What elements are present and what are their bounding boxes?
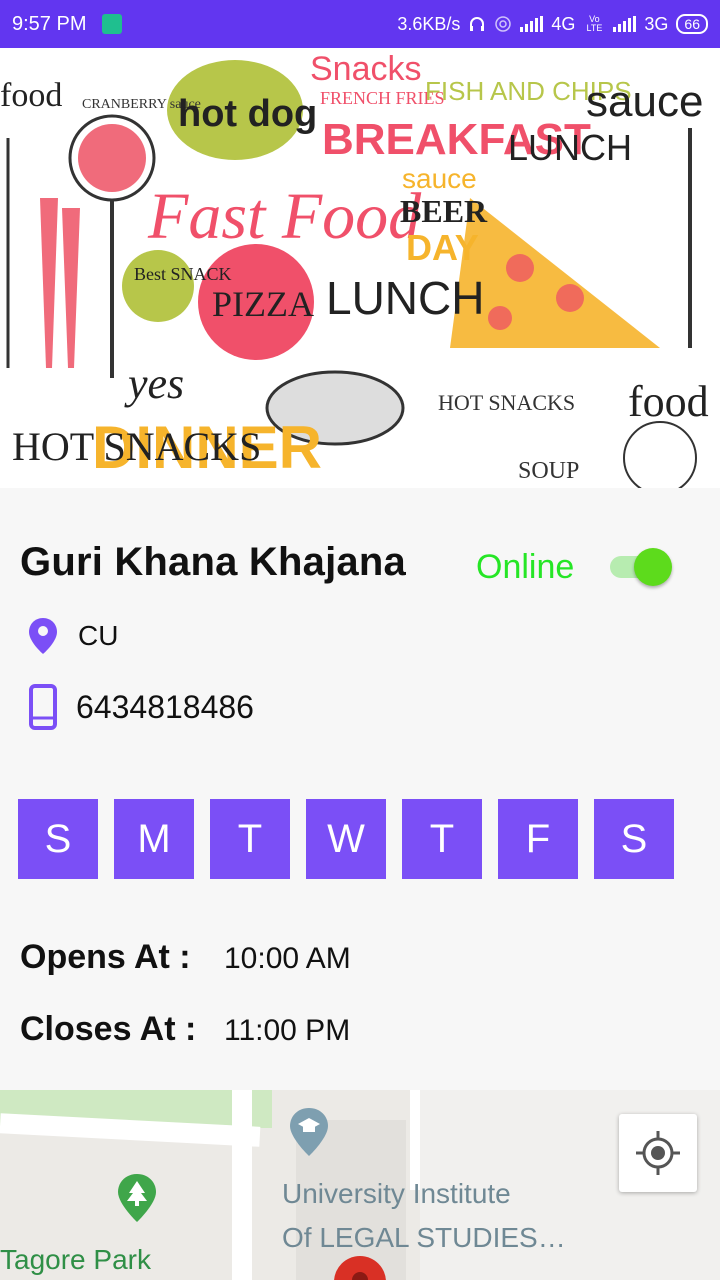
phone-text: 6434818486 (76, 688, 254, 725)
map-label-uils-line2: Of LEGAL STUDIES… (282, 1222, 566, 1253)
network-2: 3G (644, 13, 669, 34)
banner-word: food (0, 77, 62, 114)
day-sunday[interactable]: S (18, 799, 98, 879)
day-saturday[interactable]: S (594, 799, 674, 879)
banner-word: LUNCH (326, 272, 484, 324)
banner-word: food (628, 377, 709, 426)
network-1: 4G (551, 13, 576, 34)
days-selector: S M T W T F S (18, 799, 674, 879)
day-friday[interactable]: F (498, 799, 578, 879)
net-speed: 3.6KB/s (397, 13, 461, 34)
opens-label: Opens At : (20, 938, 191, 976)
restaurant-name: Guri Khana Khajana (20, 540, 406, 584)
hotspot-icon (495, 16, 512, 32)
map-view[interactable]: University Institute Of LEGAL STUDIES… T… (0, 1090, 720, 1280)
day-tuesday[interactable]: T (210, 799, 290, 879)
day-monday[interactable]: M (114, 799, 194, 879)
tree-icon (118, 1174, 156, 1222)
banner-word: yes (124, 359, 184, 408)
status-time: 9:57 PM (12, 12, 87, 35)
toggle-thumb (634, 548, 672, 586)
online-status-label: Online (476, 548, 575, 586)
phone-row: 6434818486 (26, 684, 254, 730)
banner-word: hot dog (178, 93, 317, 135)
signal-icon (520, 16, 544, 32)
banner-word: HOT SNACKS (438, 390, 575, 415)
banner-word: PIZZA (212, 284, 314, 324)
day-thursday[interactable]: T (402, 799, 482, 879)
closes-label: Closes At : (20, 1010, 197, 1048)
banner-word: SOUP (518, 458, 579, 484)
banner-word: sauce (586, 77, 703, 126)
location-pin-icon (29, 618, 57, 654)
phone-icon (29, 684, 57, 730)
my-location-icon (636, 1131, 680, 1175)
fast-food-illustration: food CRANBERRY sauce hot dog Snacks FREN… (0, 48, 720, 488)
status-indicators: 3.6KB/s 4G Vo LTE 3G 66 (397, 0, 708, 48)
banner-word: BEER (400, 193, 488, 229)
status-bar: 9:57 PM 3.6KB/s 4G Vo LTE 3G 66 (0, 0, 720, 48)
banner-word: Snacks (310, 50, 422, 88)
banner-word: LUNCH (508, 127, 632, 168)
closes-value: 11:00 PM (224, 1014, 351, 1047)
android-icon (102, 14, 123, 34)
banner-word: Best SNACK (134, 264, 232, 284)
day-wednesday[interactable]: W (306, 799, 386, 879)
map-label-tagore-park: Tagore Park (0, 1244, 151, 1275)
map-label-uils: University Institute (282, 1178, 511, 1209)
volte-badge: Vo LTE (586, 14, 603, 33)
banner-word: DAY (406, 227, 479, 268)
banner-image: food CRANBERRY sauce hot dog Snacks FREN… (0, 48, 720, 488)
battery-icon: 66 (676, 14, 708, 34)
my-location-button[interactable] (619, 1114, 697, 1192)
graduation-cap-icon (290, 1108, 328, 1156)
location-row: CU (26, 616, 118, 656)
location-text: CU (78, 620, 119, 651)
online-toggle[interactable] (608, 546, 672, 586)
banner-word: sauce (402, 163, 477, 194)
banner-word: HOT SNACKS (12, 424, 261, 469)
opens-value: 10:00 AM (224, 942, 351, 975)
headset-icon (470, 17, 485, 31)
map-pin-icon (334, 1256, 386, 1280)
banner-word: Fast Food (147, 180, 422, 253)
signal-icon (613, 16, 637, 32)
